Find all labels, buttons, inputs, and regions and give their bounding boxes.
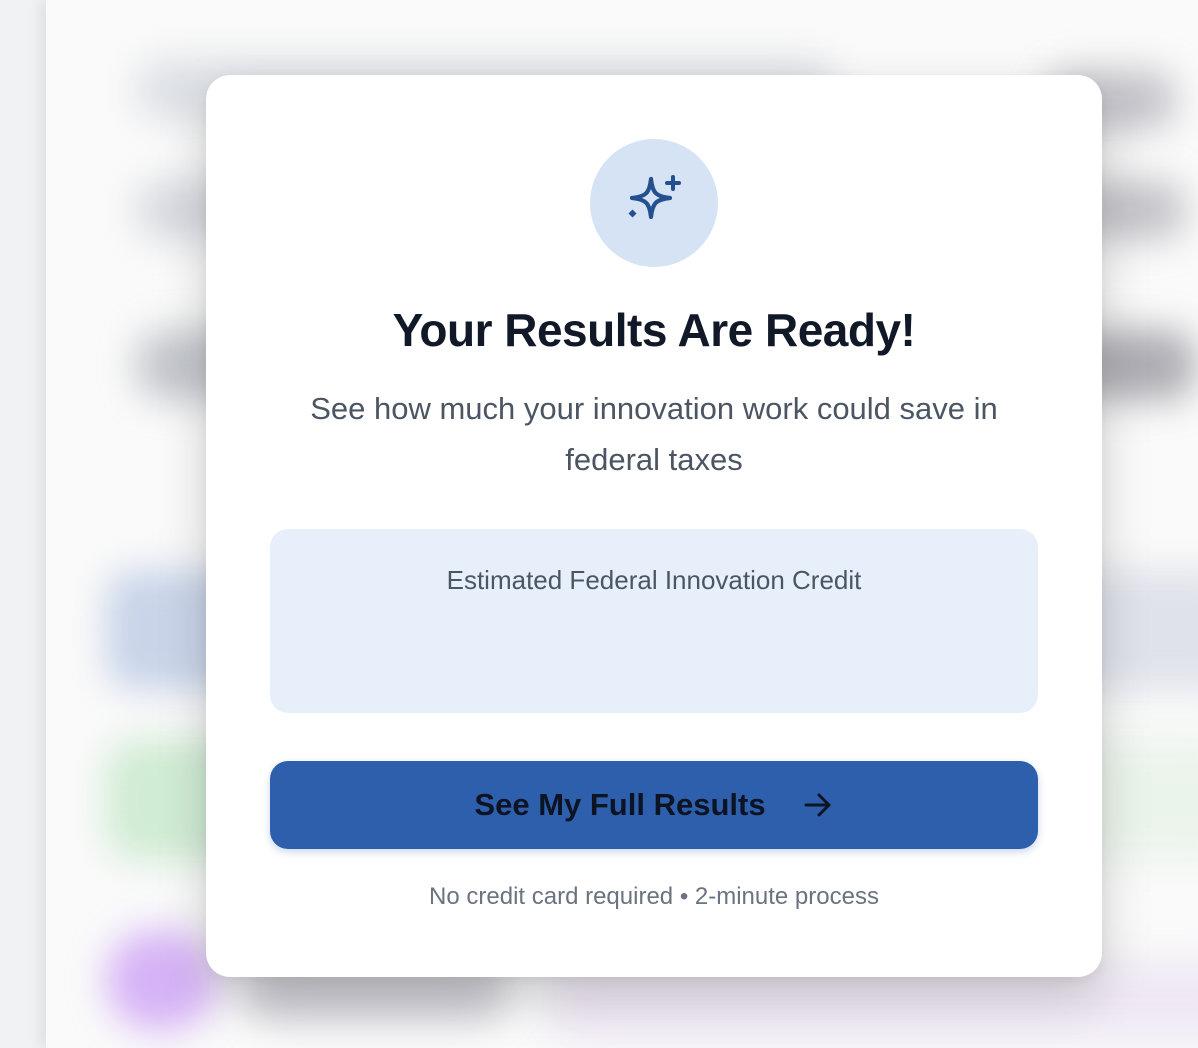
footnote: No credit card required • 2-minute proce… bbox=[429, 883, 879, 910]
background-sidebar-strip bbox=[0, 0, 46, 1048]
results-modal: Your Results Are Ready! See how much you… bbox=[206, 75, 1102, 977]
arrow-right-icon bbox=[802, 789, 834, 821]
sparkles-icon bbox=[628, 175, 681, 220]
credit-estimate-box: Estimated Federal Innovation Credit bbox=[270, 529, 1038, 713]
modal-subtitle: See how much your innovation work could … bbox=[310, 391, 998, 477]
see-full-results-button[interactable]: See My Full Results bbox=[270, 761, 1038, 849]
modal-title: Your Results Are Ready! bbox=[392, 304, 916, 356]
credit-estimate-label: Estimated Federal Innovation Credit bbox=[446, 565, 862, 595]
blurred-block bbox=[106, 930, 216, 1030]
screen: Your Results Are Ready! See how much you… bbox=[0, 0, 1198, 1048]
icon-badge bbox=[590, 139, 718, 267]
see-full-results-label: See My Full Results bbox=[474, 787, 766, 822]
